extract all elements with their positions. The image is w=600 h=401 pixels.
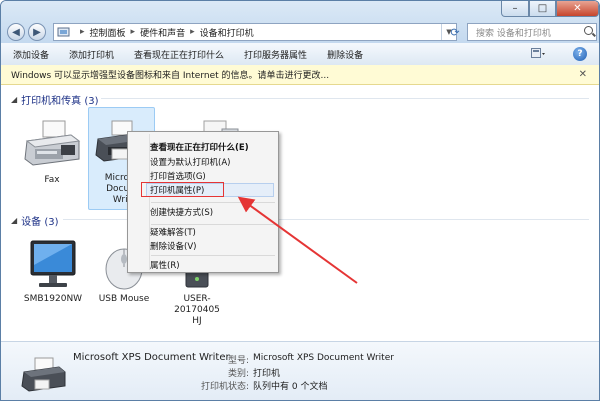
printer-icon [21,357,66,392]
control-panel-icon [57,27,70,37]
help-icon[interactable]: ? [573,47,587,61]
explorer-window: – □ ✕ ◀ ▶ ▸ 控制面板 ▸ 硬件和声音 ▸ 设备和打印机 ▼ ⟳ 搜索… [0,0,600,401]
device-fax[interactable]: Fax [19,119,85,185]
maximize-button[interactable]: □ [529,1,556,17]
details-status-value: 队列中有 0 个文档 [253,382,328,392]
command-bar: 添加设备 添加打印机 查看现在正在打印什么 打印服务器属性 删除设备 ? [1,43,599,66]
menu-item-printing-preferences[interactable]: 打印首选项(G) [150,169,206,183]
breadcrumb-hardware-sound[interactable]: 硬件和声音 [140,26,185,39]
menu-item-remove-device[interactable]: 删除设备(V) [150,239,196,253]
details-pane: Microsoft XPS Document Writer 型号: Micros… [1,341,599,400]
search-placeholder: 搜索 设备和打印机 [476,28,551,39]
details-status-label: 打印机状态: [200,382,249,392]
menu-item-properties[interactable]: 属性(R) [150,258,180,272]
forward-button[interactable]: ▶ [28,23,46,41]
group-divider [63,219,127,220]
fax-icon [24,120,81,166]
back-button[interactable]: ◀ [7,23,25,41]
info-bar-close-icon[interactable]: ✕ [579,69,587,80]
collapse-triangle-icon[interactable]: ◢ [11,216,17,225]
group-divider [101,98,589,99]
menu-item-set-default[interactable]: 设置为默认打印机(A) [150,155,230,169]
search-icon[interactable] [584,26,593,35]
menu-item-see-whats-printing[interactable]: 查看现在正在打印什么(E) [150,140,249,154]
print-server-properties-button[interactable]: 打印服务器属性 [232,48,315,61]
info-bar-text: Windows 可以显示增强型设备图标和来自 Internet 的信息。请单击进… [11,71,330,81]
add-device-button[interactable]: 添加设备 [1,48,57,61]
monitor-icon [30,240,76,287]
device-label: Fax [44,175,60,185]
menu-item-create-shortcut[interactable]: 创建快捷方式(S) [150,205,213,219]
device-monitor[interactable]: SMB1920NW [19,239,87,304]
breadcrumb-control-panel[interactable]: 控制面板 [90,26,126,39]
device-label: SMB1920NW [23,294,83,304]
view-options-icon[interactable] [531,48,545,59]
search-input[interactable]: 搜索 设备和打印机 [467,23,597,41]
remove-device-button[interactable]: 删除设备 [315,48,371,61]
title-bar: – □ ✕ ◀ ▶ ▸ 控制面板 ▸ 硬件和声音 ▸ 设备和打印机 ▼ ⟳ 搜索… [1,1,599,43]
breadcrumb-devices-printers[interactable]: 设备和打印机 [200,26,254,39]
menu-item-troubleshoot[interactable]: 疑难解答(T) [150,225,196,239]
group-label-printers: 打印机和传真 (3) [21,96,99,107]
device-label: USER-20170405 HJ [174,294,220,326]
back-arrow-icon: ◀ [12,26,20,38]
close-button[interactable]: ✕ [556,1,599,17]
breadcrumb-separator-icon: ▸ [130,27,136,37]
forward-arrow-icon: ▶ [33,26,41,38]
device-label: USB Mouse [98,294,150,304]
address-bar[interactable]: ▸ 控制面板 ▸ 硬件和声音 ▸ 设备和打印机 ▼ [53,23,457,41]
breadcrumb-separator-icon: ▸ [190,27,195,37]
red-arrow-annotation [237,196,358,284]
info-bar[interactable]: Windows 可以显示增强型设备图标和来自 Internet 的信息。请单击进… [1,65,599,85]
details-model-label: 型号: [227,356,249,366]
details-category-label: 类别: [227,369,249,379]
refresh-icon[interactable]: ⟳ [448,23,462,41]
breadcrumb-separator-icon: ▸ [80,27,85,37]
group-header-devices[interactable]: ◢ 设备 (3) [11,213,59,228]
collapse-triangle-icon[interactable]: ◢ [11,95,17,104]
see-whats-printing-button[interactable]: 查看现在正在打印什么 [122,48,232,61]
highlight-box-annotation [141,182,224,197]
details-category-value: 打印机 [253,369,281,379]
group-header-printers[interactable]: ◢ 打印机和传真 (3) [11,92,99,107]
add-printer-button[interactable]: 添加打印机 [57,48,122,61]
group-label-devices: 设备 (3) [21,217,59,228]
details-model-value: Microsoft XPS Document Writer [253,353,394,363]
minimize-button[interactable]: – [501,1,529,17]
